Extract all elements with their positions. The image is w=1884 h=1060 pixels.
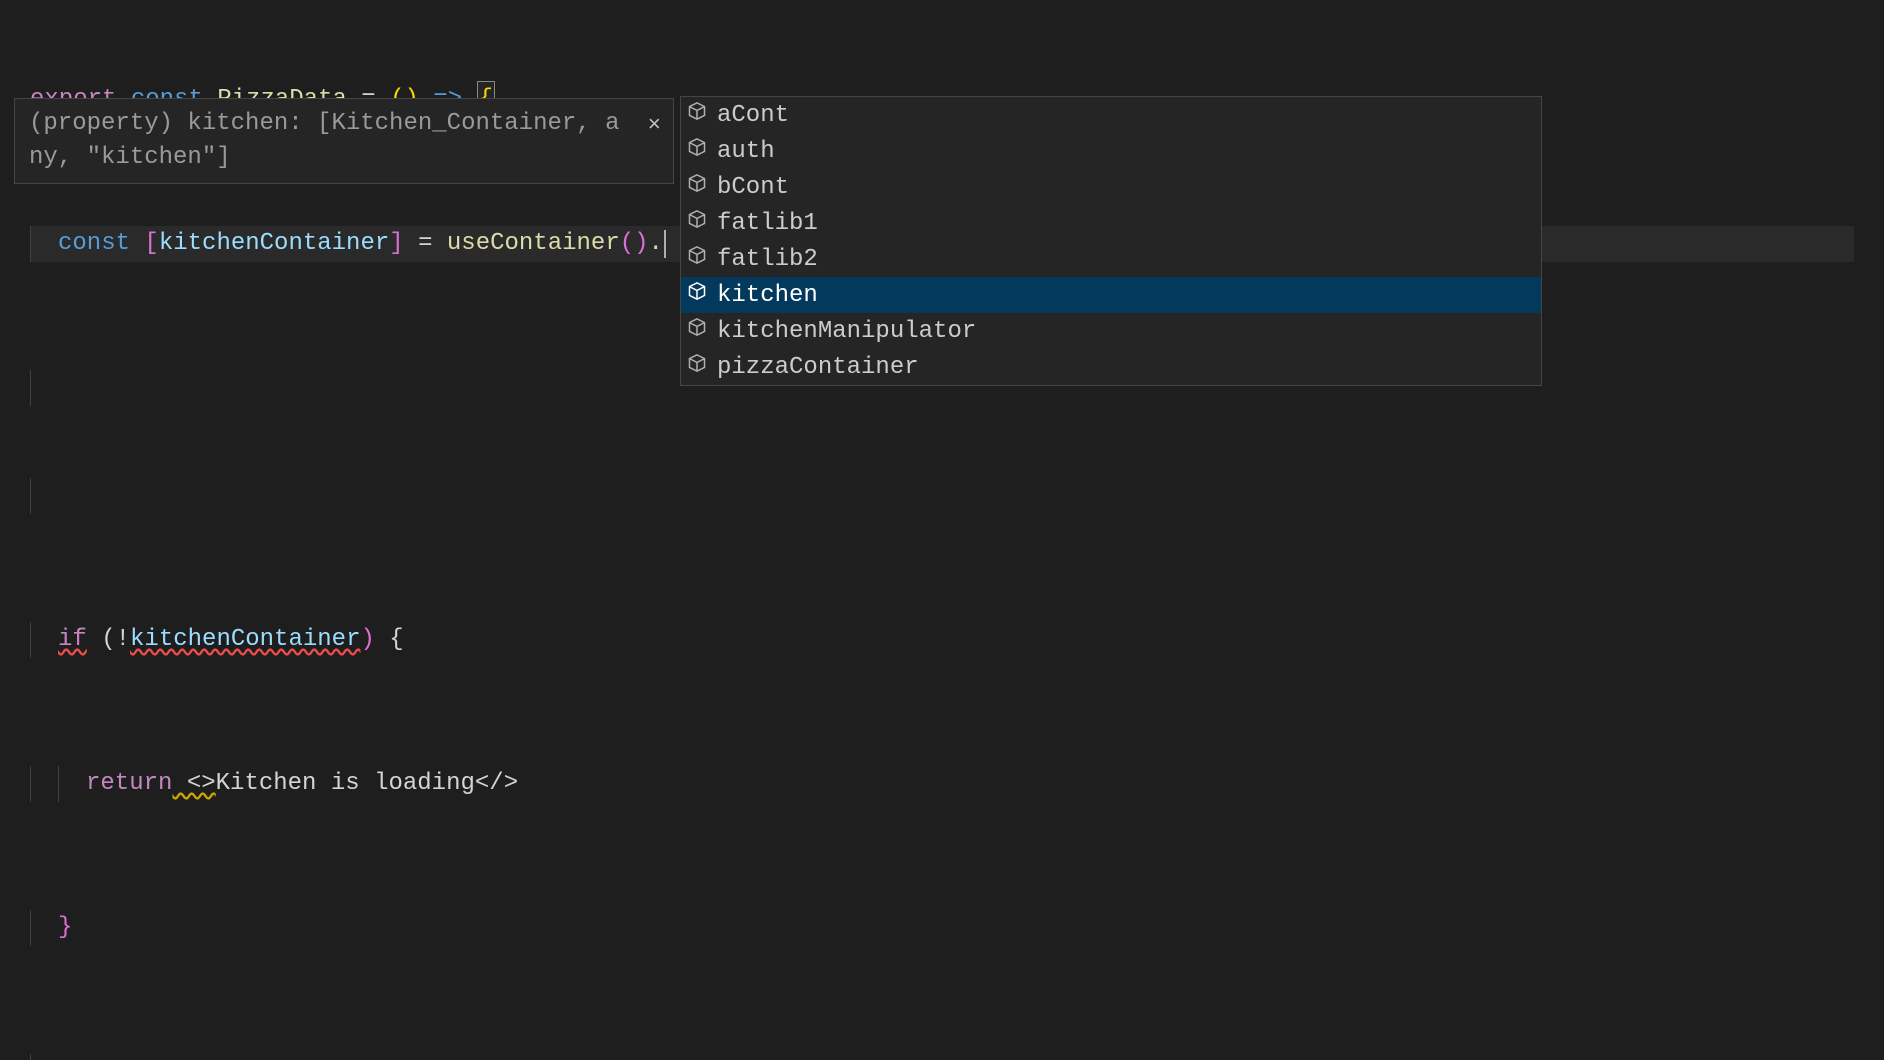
suggestion-label: kitchen [717,282,818,309]
property-icon [687,245,707,273]
property-icon [687,137,707,165]
jsx-text: Kitchen is loading [216,766,475,802]
jsx-fragment-close: </> [475,766,518,802]
code-line-empty[interactable] [30,1054,1854,1060]
property-icon [687,173,707,201]
variable: kitchenContainer [159,226,389,262]
function-call: useContainer [447,226,620,262]
suggestion-label: fatlib1 [717,210,818,237]
suggestion-item[interactable]: pizzaContainer [681,349,1541,385]
text-cursor [664,230,666,258]
code-line[interactable]: } [30,910,1854,946]
bracket: ] [389,226,403,262]
keyword-const: const [58,226,130,262]
suggestion-item[interactable]: bCont [681,169,1541,205]
hover-tooltip: × (property) kitchen: [Kitchen_Container… [14,98,674,184]
keyword-return: return [86,766,172,802]
suggestion-label: bCont [717,174,789,201]
suggestion-item[interactable]: aCont [681,97,1541,133]
variable: kitchenContainer [130,622,360,658]
hover-tooltip-line1: (property) kitchen: [Kitchen_Container, … [29,107,659,141]
suggestion-item[interactable]: kitchenManipulator [681,313,1541,349]
paren-close: ) [360,622,374,658]
brace-close: } [58,910,72,946]
jsx-fragment-open: <> [172,766,215,802]
dot: . [649,226,663,262]
operator-not: ! [116,622,130,658]
property-icon [687,281,707,309]
suggestion-label: pizzaContainer [717,354,919,381]
suggestion-item[interactable]: fatlib2 [681,241,1541,277]
suggestion-item[interactable]: kitchen [681,277,1541,313]
property-icon [687,317,707,345]
hover-tooltip-line2: ny, "kitchen"] [29,141,659,175]
code-line[interactable]: return <>Kitchen is loading</> [30,766,1854,802]
suggestion-label: aCont [717,102,789,129]
paren: () [620,226,649,262]
bracket: [ [144,226,158,262]
close-icon[interactable]: × [648,109,661,143]
brace-open: { [375,622,404,658]
keyword-if: if [58,622,87,658]
paren-open: ( [87,622,116,658]
property-icon [687,353,707,381]
code-line[interactable]: if (!kitchenContainer) { [30,622,1854,658]
property-icon [687,209,707,237]
suggestion-item[interactable]: fatlib1 [681,205,1541,241]
operator: = [404,226,447,262]
suggestion-label: fatlib2 [717,246,818,273]
intellisense-popup[interactable]: aCont auth bCont fatlib1 fatlib2 kitchen… [680,96,1542,386]
property-icon [687,101,707,129]
suggestion-label: kitchenManipulator [717,318,976,345]
suggestion-item[interactable]: auth [681,133,1541,169]
suggestion-label: auth [717,138,775,165]
code-line-empty[interactable] [30,478,1854,514]
